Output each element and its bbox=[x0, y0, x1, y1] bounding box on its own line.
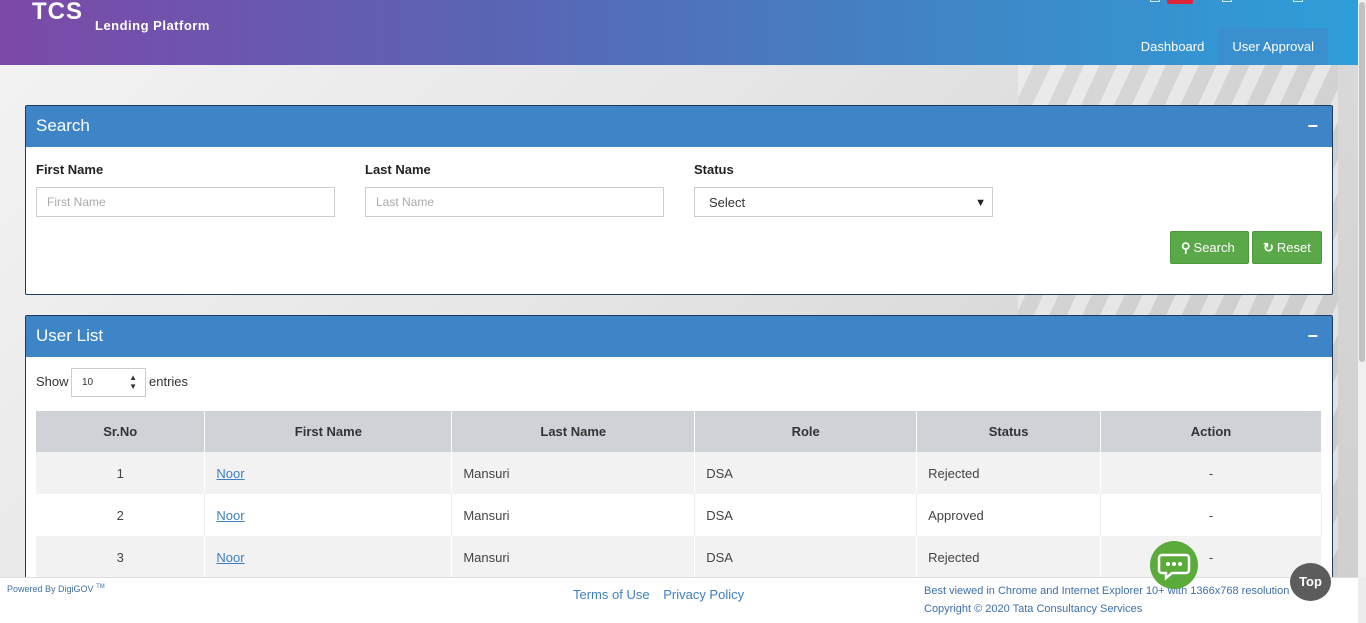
nav-dashboard[interactable]: Dashboard bbox=[1127, 28, 1219, 65]
chat-button[interactable] bbox=[1150, 541, 1198, 589]
collapse-icon[interactable]: − bbox=[1307, 106, 1318, 146]
scrollbar-thumb[interactable] bbox=[1359, 2, 1365, 362]
nav-user-approval[interactable]: User Approval bbox=[1218, 28, 1328, 65]
search-icon: ⚲ bbox=[1181, 240, 1191, 255]
table-row: 1 Noor Mansuri DSA Rejected - bbox=[36, 452, 1322, 494]
reset-button[interactable]: ↻ Reset bbox=[1252, 231, 1322, 264]
best-viewed-text: Best viewed in Chrome and Internet Explo… bbox=[924, 585, 1290, 597]
logo-subtitle: Lending Platform bbox=[95, 18, 210, 33]
search-button-label: Search bbox=[1193, 240, 1235, 255]
col-role[interactable]: Role bbox=[694, 411, 918, 452]
col-last-name[interactable]: Last Name bbox=[451, 411, 696, 452]
cell-role: DSA bbox=[694, 452, 918, 494]
cell-last-name: Mansuri bbox=[451, 494, 696, 536]
search-panel: Search − First Name Last Name Status Sel… bbox=[25, 105, 1333, 295]
cell-role: DSA bbox=[694, 494, 918, 536]
user-table: Sr.No First Name Last Name Role Status A… bbox=[36, 411, 1322, 578]
col-sr-no[interactable]: Sr.No bbox=[36, 411, 206, 452]
first-name-input[interactable] bbox=[36, 187, 335, 217]
entries-label: entries bbox=[149, 374, 189, 389]
terms-link[interactable]: Terms of Use bbox=[573, 587, 650, 602]
user-name-link[interactable]: Noor bbox=[216, 508, 244, 523]
table-row: 3 Noor Mansuri DSA Rejected - bbox=[36, 536, 1322, 578]
status-select[interactable]: Select ▼ bbox=[694, 187, 993, 217]
bell-icon[interactable] bbox=[1150, 0, 1160, 2]
col-first-name[interactable]: First Name bbox=[204, 411, 453, 452]
trademark: TM bbox=[96, 584, 105, 590]
privacy-link[interactable]: Privacy Policy bbox=[663, 587, 744, 602]
settings-icon[interactable] bbox=[1293, 0, 1303, 2]
cell-status: Approved bbox=[916, 494, 1102, 536]
search-panel-title: Search bbox=[36, 116, 90, 135]
search-panel-header: Search − bbox=[26, 106, 1332, 147]
cell-first-name: Noor bbox=[204, 536, 453, 578]
reset-button-label: Reset bbox=[1276, 240, 1311, 255]
footer-links: Terms of Use Privacy Policy bbox=[573, 587, 754, 602]
col-status[interactable]: Status bbox=[916, 411, 1102, 452]
chevron-down-icon: ▼ bbox=[975, 197, 986, 209]
status-label: Status bbox=[694, 162, 734, 177]
first-name-label: First Name bbox=[36, 162, 104, 177]
copyright-text: Copyright © 2020 Tata Consultancy Servic… bbox=[924, 603, 1143, 615]
cell-sr: 3 bbox=[36, 536, 206, 578]
app-header: TCS Lending Platform Dashboard User Appr… bbox=[0, 0, 1358, 65]
cell-status: Rejected bbox=[916, 452, 1102, 494]
cell-sr: 2 bbox=[36, 494, 206, 536]
last-name-input[interactable] bbox=[365, 187, 664, 217]
cell-status: Rejected bbox=[916, 536, 1102, 578]
show-label: Show bbox=[36, 374, 69, 389]
user-icon[interactable] bbox=[1222, 0, 1232, 2]
powered-by-text: Powered By DigiGOV bbox=[7, 584, 94, 594]
cell-first-name: Noor bbox=[204, 494, 453, 536]
cell-role: DSA bbox=[694, 536, 918, 578]
refresh-icon: ↻ bbox=[1263, 240, 1274, 255]
cell-first-name: Noor bbox=[204, 452, 453, 494]
cell-action: - bbox=[1100, 536, 1322, 578]
cell-last-name: Mansuri bbox=[451, 452, 696, 494]
cell-action: - bbox=[1100, 494, 1322, 536]
user-list-header: User List − bbox=[26, 316, 1332, 357]
powered-by: Powered By DigiGOV TM bbox=[7, 584, 105, 594]
logo-title: TCS bbox=[32, 0, 83, 25]
user-name-link[interactable]: Noor bbox=[216, 550, 244, 565]
chat-icon bbox=[1157, 553, 1191, 581]
table-header-row: Sr.No First Name Last Name Role Status A… bbox=[36, 411, 1322, 452]
updown-icon: ▲ ▼ bbox=[129, 373, 137, 391]
cell-action: - bbox=[1100, 452, 1322, 494]
cell-last-name: Mansuri bbox=[451, 536, 696, 578]
user-name-link[interactable]: Noor bbox=[216, 466, 244, 481]
entries-select-value: 10 bbox=[82, 377, 94, 388]
top-nav: Dashboard User Approval bbox=[1127, 28, 1328, 65]
last-name-label: Last Name bbox=[365, 162, 431, 177]
user-list-panel: User List − Show 10 ▲ ▼ entries Sr.No Fir… bbox=[25, 315, 1333, 595]
scrollbar[interactable] bbox=[1358, 0, 1366, 577]
entries-select[interactable]: 10 ▲ ▼ bbox=[71, 368, 146, 397]
user-list-title: User List bbox=[36, 326, 104, 345]
table-row: 2 Noor Mansuri DSA Approved - bbox=[36, 494, 1322, 536]
scroll-top-button[interactable]: Top bbox=[1290, 563, 1331, 601]
col-action[interactable]: Action bbox=[1100, 411, 1322, 452]
status-select-value: Select bbox=[709, 195, 746, 210]
search-button[interactable]: ⚲ Search bbox=[1170, 231, 1249, 264]
collapse-icon[interactable]: − bbox=[1307, 316, 1318, 356]
notification-badge bbox=[1167, 0, 1193, 4]
cell-sr: 1 bbox=[36, 452, 206, 494]
